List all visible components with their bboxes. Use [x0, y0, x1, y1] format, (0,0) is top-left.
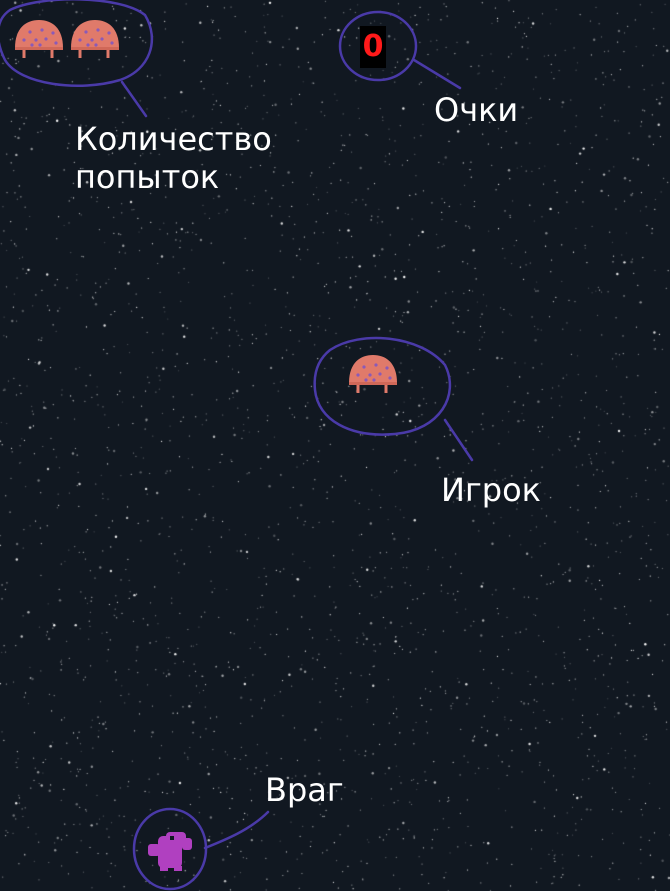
enemy-label: Враг [265, 771, 344, 809]
life-icon [15, 20, 63, 58]
player-ship-icon [349, 355, 397, 393]
player-label: Игрок [441, 471, 541, 509]
enemy-alien-icon [148, 832, 192, 871]
score-counter: 0 [360, 26, 386, 68]
life-icon [71, 20, 119, 58]
score-label: Очки [434, 91, 519, 129]
lives-label: Количество попыток [75, 120, 272, 196]
